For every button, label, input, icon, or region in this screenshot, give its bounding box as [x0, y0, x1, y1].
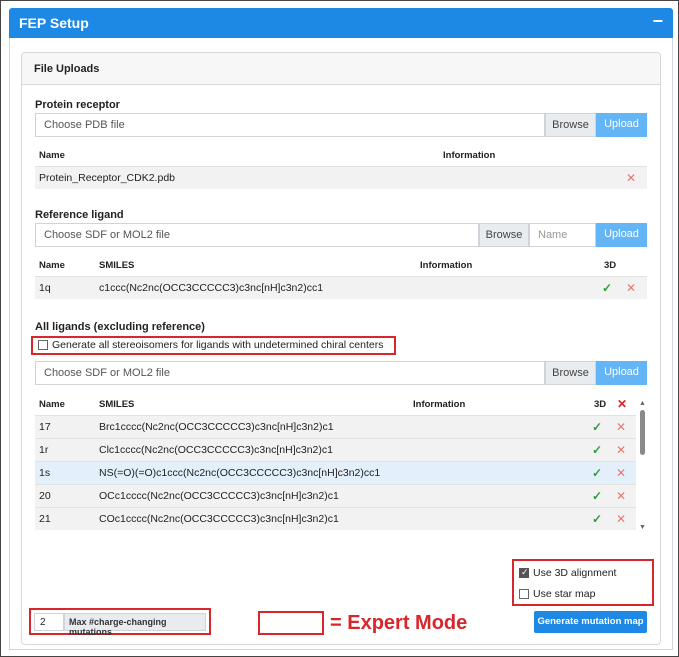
ligands-scrollbar[interactable]: ▲ ▼: [638, 400, 648, 535]
ligands-table-body: 17 Brc1cccc(Nc2nc(OCC3CCCCC3)c3nc[nH]c3n…: [35, 415, 636, 537]
ligands-col-3d: 3D: [594, 399, 607, 410]
delete-icon[interactable]: ✕: [616, 489, 626, 503]
delete-icon[interactable]: ✕: [616, 420, 626, 434]
stereoisomers-label: Generate all stereoisomers for ligands w…: [52, 339, 384, 351]
ligand-name: 17: [39, 421, 51, 433]
reference-col-3d: 3D: [604, 260, 617, 271]
ligand-smiles: COc1cccc(Nc2nc(OCC3CCCCC3)c3nc[nH]c3n2)c…: [99, 513, 339, 525]
protein-row-name: Protein_Receptor_CDK2.pdb: [39, 172, 175, 184]
ligands-upload-button[interactable]: Upload: [596, 361, 647, 385]
ligand-name: 20: [39, 490, 51, 502]
reference-col-information: Information: [420, 260, 473, 271]
reference-name-input[interactable]: Name: [529, 223, 596, 247]
delete-all-icon[interactable]: ✕: [617, 397, 627, 411]
ligand-smiles: NS(=O)(=O)c1ccc(Nc2nc(OCC3CCCCC3)c3nc[nH…: [99, 467, 381, 479]
table-row[interactable]: 21 COc1cccc(Nc2nc(OCC3CCCCC3)c3nc[nH]c3n…: [35, 507, 636, 530]
reference-upload-button[interactable]: Upload: [596, 223, 647, 247]
reference-row-smiles: c1ccc(Nc2nc(OCC3CCCCC3)c3nc[nH]c3n2)cc1: [99, 282, 324, 294]
use-3d-alignment-label: Use 3D alignment: [533, 567, 617, 579]
use-3d-alignment-checkbox[interactable]: [519, 567, 529, 578]
max-charge-input[interactable]: 2: [34, 613, 64, 631]
stereoisomers-checkbox[interactable]: [38, 340, 48, 350]
ligands-col-information: Information: [413, 399, 466, 410]
check-icon: ✓: [592, 420, 603, 434]
ligands-col-name: Name: [39, 399, 65, 410]
reference-col-smiles: SMILES: [99, 260, 135, 271]
table-row[interactable]: 20 OCc1cccc(Nc2nc(OCC3CCCCC3)c3nc[nH]c3n…: [35, 484, 636, 507]
table-row: Protein_Receptor_CDK2.pdb ✕: [35, 166, 647, 189]
ligand-name: 21: [39, 513, 51, 525]
reference-row-name: 1q: [39, 282, 51, 294]
check-icon: ✓: [592, 443, 603, 457]
ligand-smiles: OCc1cccc(Nc2nc(OCC3CCCCC3)c3nc[nH]c3n2)c…: [99, 490, 339, 502]
delete-icon[interactable]: ✕: [616, 512, 626, 526]
expert-mode-legend-box: [258, 611, 324, 635]
ligands-file-input[interactable]: Choose SDF or MOL2 file: [35, 361, 545, 385]
ligands-browse-button[interactable]: Browse: [545, 361, 596, 385]
ligands-col-smiles: SMILES: [99, 399, 135, 410]
all-ligands-label: All ligands (excluding reference): [35, 321, 205, 333]
use-star-map-checkbox[interactable]: [519, 589, 529, 599]
protein-receptor-label: Protein receptor: [35, 99, 120, 111]
table-row[interactable]: 17 Brc1cccc(Nc2nc(OCC3CCCCC3)c3nc[nH]c3n…: [35, 415, 636, 438]
ligand-smiles: Brc1cccc(Nc2nc(OCC3CCCCC3)c3nc[nH]c3n2)c…: [99, 421, 334, 433]
delete-icon[interactable]: ✕: [616, 443, 626, 457]
check-icon: ✓: [602, 281, 613, 295]
page-title: FEP Setup: [19, 15, 89, 31]
delete-icon[interactable]: ✕: [616, 466, 626, 480]
scroll-up-icon[interactable]: ▲: [639, 400, 646, 407]
ligand-name: 1s: [39, 467, 51, 479]
delete-icon[interactable]: ✕: [626, 171, 636, 185]
reference-col-name: Name: [39, 260, 65, 271]
scrollbar-thumb[interactable]: [640, 410, 645, 455]
ligand-smiles: Clc1cccc(Nc2nc(OCC3CCCCC3)c3nc[nH]c3n2)c…: [99, 444, 333, 456]
generate-mutation-map-button[interactable]: Generate mutation map: [534, 611, 647, 633]
protein-file-input[interactable]: Choose PDB file: [35, 113, 545, 137]
check-icon: ✓: [592, 466, 603, 480]
fep-setup-header: FEP Setup −: [9, 8, 673, 38]
reference-ligand-label: Reference ligand: [35, 209, 124, 221]
use-star-map-label: Use star map: [533, 588, 596, 600]
check-icon: ✓: [592, 512, 603, 526]
check-icon: ✓: [592, 489, 603, 503]
file-uploads-header: File Uploads: [22, 53, 660, 85]
protein-browse-button[interactable]: Browse: [545, 113, 596, 137]
protein-col-information: Information: [443, 150, 496, 161]
reference-file-input[interactable]: Choose SDF or MOL2 file: [35, 223, 479, 247]
ligand-name: 1r: [39, 444, 49, 456]
protein-col-name: Name: [39, 150, 65, 161]
reference-browse-button[interactable]: Browse: [479, 223, 529, 247]
protein-upload-button[interactable]: Upload: [596, 113, 647, 137]
collapse-icon[interactable]: −: [652, 11, 663, 32]
max-charge-label: Max #charge-changing mutations: [64, 613, 206, 637]
table-row[interactable]: 1r Clc1cccc(Nc2nc(OCC3CCCCC3)c3nc[nH]c3n…: [35, 438, 636, 461]
expert-mode-legend: = Expert Mode: [330, 612, 468, 634]
scroll-down-icon[interactable]: ▼: [639, 524, 646, 531]
table-row: 1q c1ccc(Nc2nc(OCC3CCCCC3)c3nc[nH]c3n2)c…: [35, 276, 647, 299]
table-row-selected[interactable]: 1s NS(=O)(=O)c1ccc(Nc2nc(OCC3CCCCC3)c3nc…: [35, 461, 636, 484]
file-uploads-title: File Uploads: [34, 63, 100, 75]
delete-icon[interactable]: ✕: [626, 281, 636, 295]
